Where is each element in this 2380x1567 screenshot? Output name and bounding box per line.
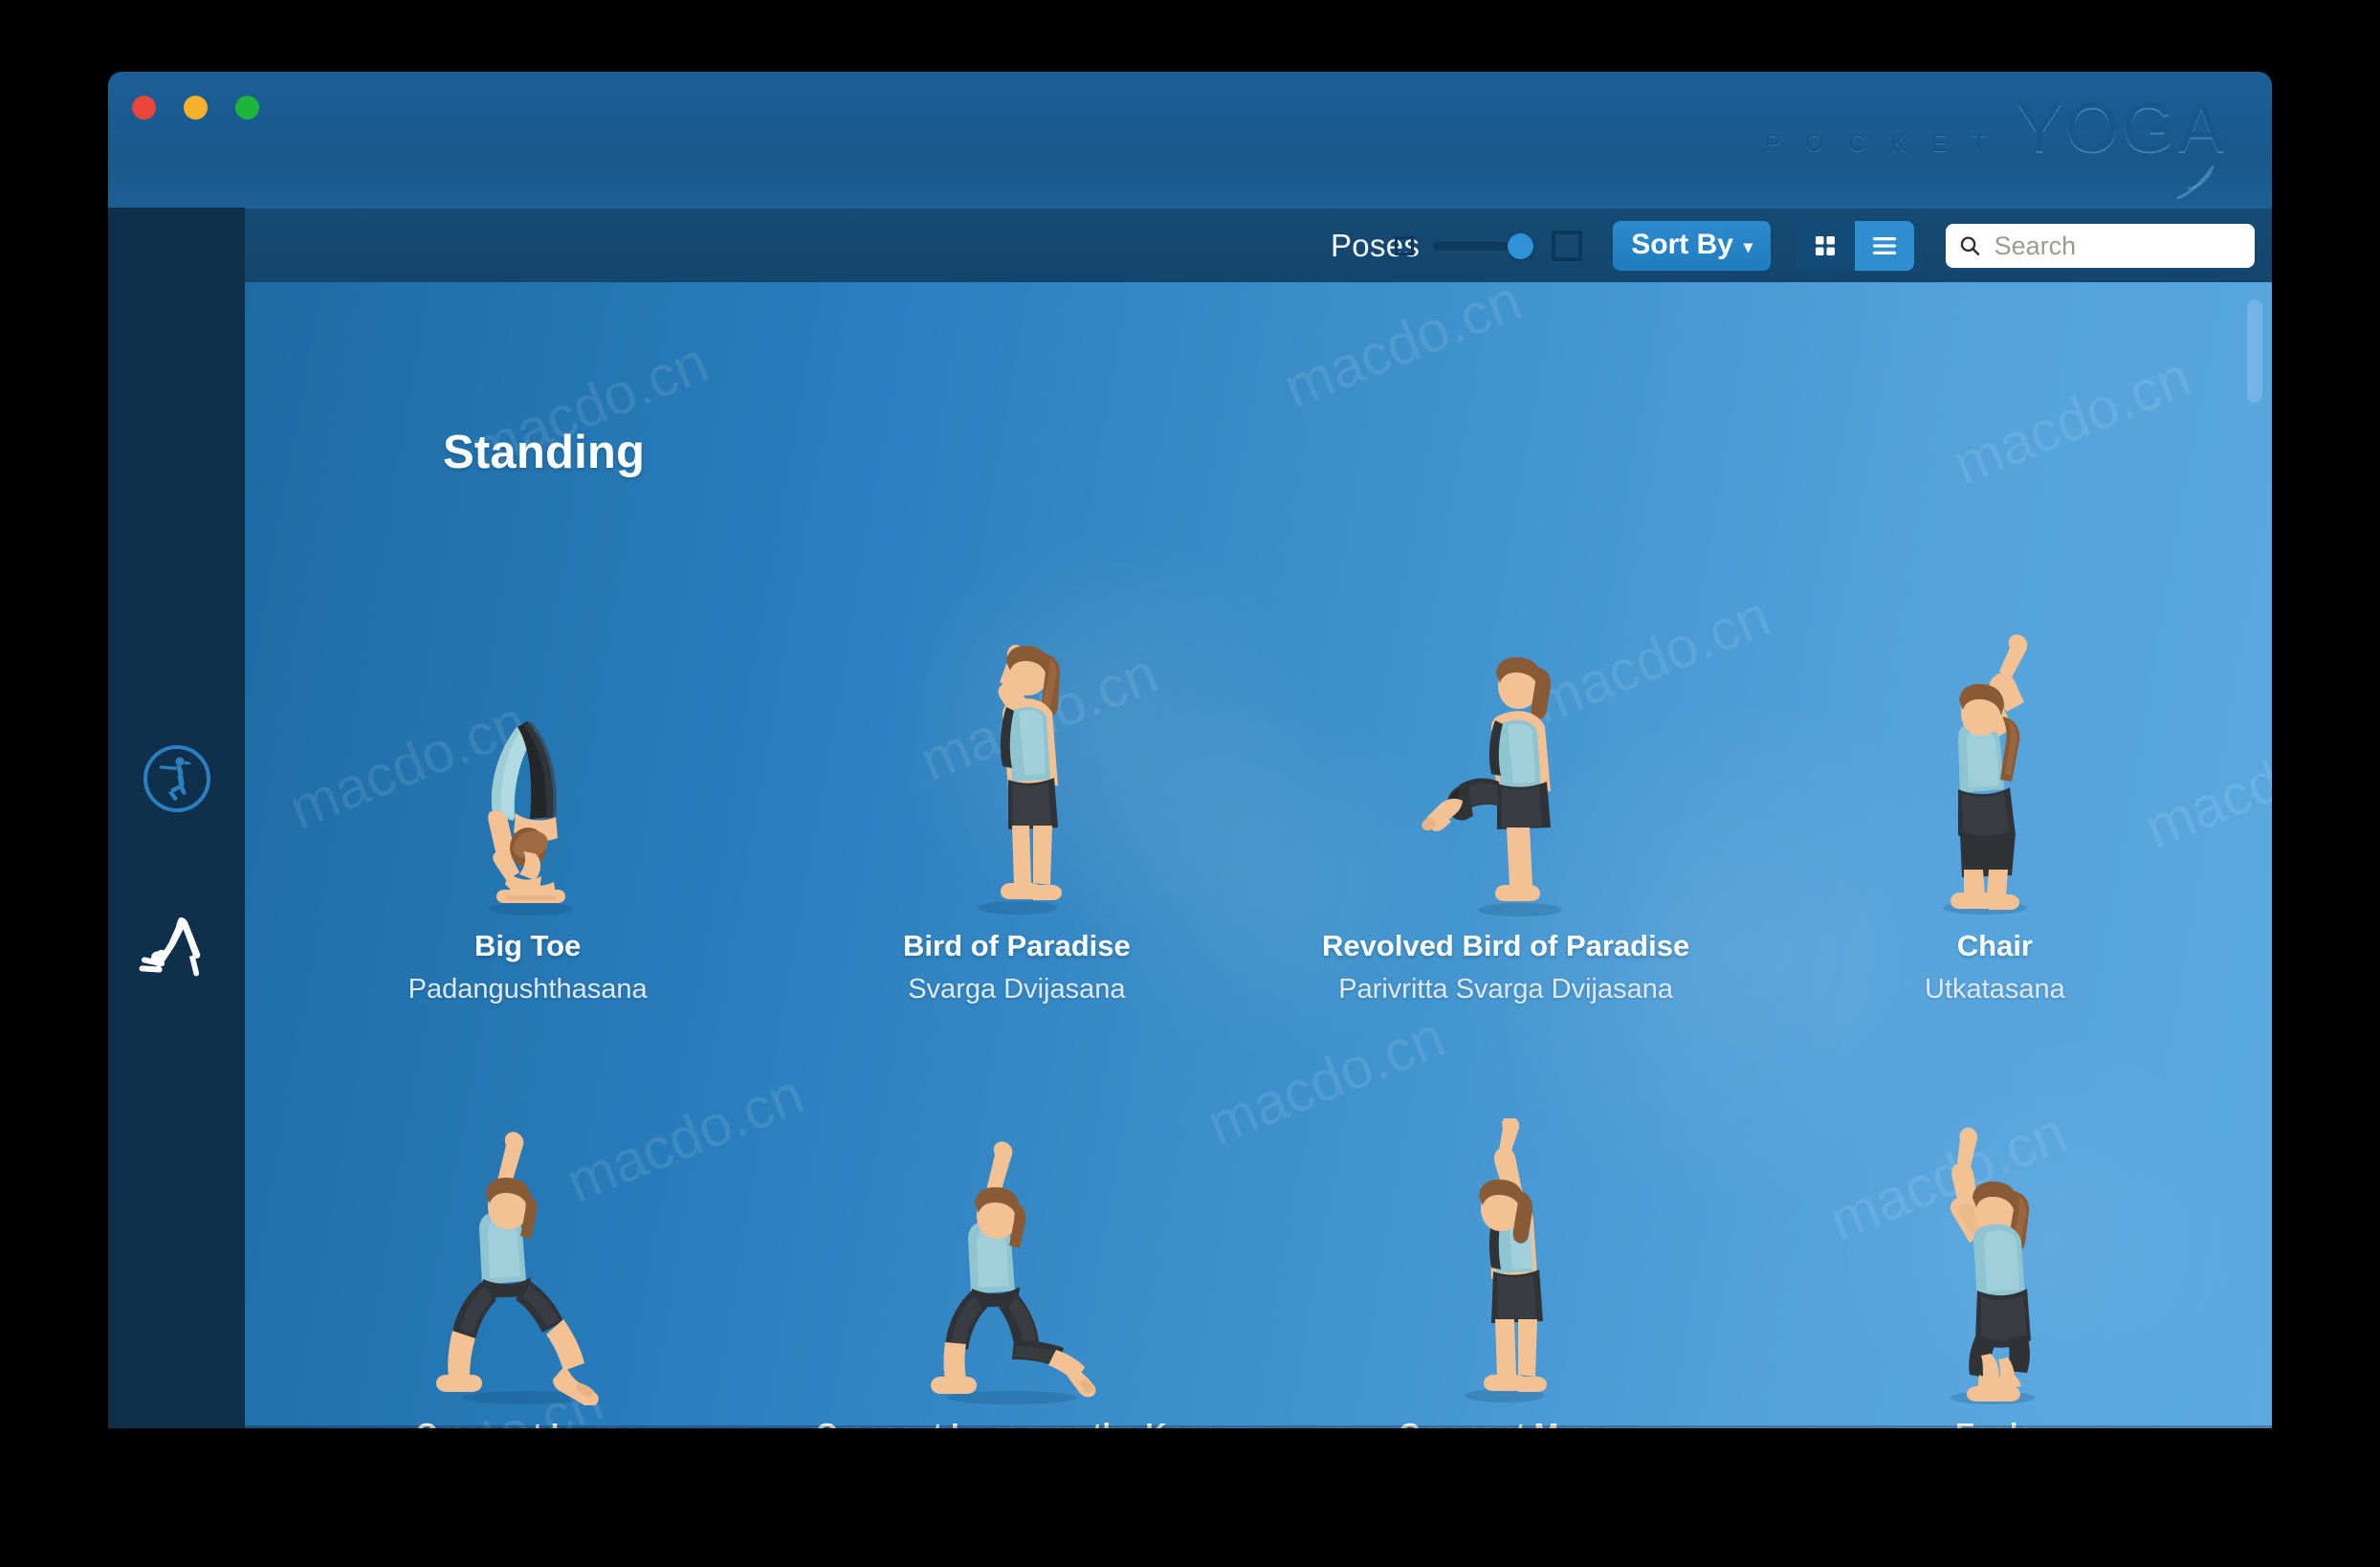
logo-pocket-text: P O C K E T xyxy=(1764,130,1995,157)
pose-sanskrit: Parivritta Svarga Dvijasana xyxy=(1338,974,1673,1004)
minimize-button[interactable] xyxy=(184,96,208,120)
thumbnail-size-slider[interactable] xyxy=(1433,232,1534,259)
vertical-scrollbar[interactable] xyxy=(2247,299,2262,403)
toolbar-controls: Sort By ▾ xyxy=(1395,221,2255,271)
pose-name: Revolved Bird of Paradise xyxy=(1322,929,1690,962)
pose-illustration xyxy=(1262,1019,1751,1417)
pose-illustration xyxy=(283,531,772,929)
pose-card[interactable]: Crescent Lunge Ashta Chandrasana xyxy=(283,1019,772,1428)
pose-illustration xyxy=(772,1019,1261,1417)
pose-name: Bird of Paradise xyxy=(903,929,1131,962)
list-view-icon xyxy=(1873,237,1896,254)
sort-by-button[interactable]: Sort By ▾ xyxy=(1613,221,1771,271)
title-bar: P O C K E T YOGA xyxy=(108,72,2272,208)
pose-sanskrit: Svarga Dvijasana xyxy=(908,974,1126,1004)
pose-card[interactable]: Bird of Paradise Svarga Dvijasana xyxy=(772,531,1261,1019)
window-controls xyxy=(132,96,259,120)
search-box[interactable] xyxy=(1946,224,2255,268)
maximize-button[interactable] xyxy=(235,96,259,120)
pose-sanskrit: Padangushthasana xyxy=(408,974,648,1004)
small-thumbnail-icon[interactable] xyxy=(1395,236,1415,255)
section-title: Standing xyxy=(443,427,646,478)
close-button[interactable] xyxy=(132,96,156,120)
app-window: P O C K E T YOGA Poses Sort By ▾ Search … xyxy=(108,72,2272,1428)
app-logo: P O C K E T YOGA xyxy=(1765,89,2227,167)
watermark: macdo.cn xyxy=(1274,282,1531,421)
pose-name: Chair xyxy=(1956,929,2033,962)
sidebar-item-poses[interactable] xyxy=(108,916,245,979)
pose-card[interactable]: Chair Utkatasana xyxy=(1751,531,2239,1019)
sidebar xyxy=(108,208,245,1428)
logo-swoosh-icon xyxy=(2176,166,2215,200)
logo-yoga-text: YOGA xyxy=(2016,90,2227,166)
grid-view-button[interactable] xyxy=(1796,221,1855,271)
pose-card[interactable]: Crescent Moon Ardha Chandrasana xyxy=(1262,1019,1751,1428)
pose-illustration xyxy=(1751,531,2239,929)
screenshot-root: P O C K E T YOGA Poses Sort By ▾ Search … xyxy=(0,0,2380,1567)
sort-by-label: Sort By xyxy=(1631,229,1733,260)
thumbnail-size-control[interactable] xyxy=(1395,231,1583,261)
watermark: macdo.cn xyxy=(1944,343,2200,497)
search-input[interactable] xyxy=(1992,230,2241,262)
forward-fold-figure-icon xyxy=(487,721,573,916)
low-lunge-figure-icon xyxy=(930,1141,1096,1404)
pose-card[interactable]: Eagle Garudasana xyxy=(1751,1019,2239,1428)
chair-pose-figure-icon xyxy=(1943,634,2028,915)
pose-illustration xyxy=(1262,531,1751,929)
pose-illustration xyxy=(772,531,1261,929)
downward-dog-icon xyxy=(139,917,200,977)
view-toggle-group xyxy=(1796,221,1914,271)
eagle-pose-figure-icon xyxy=(1950,1127,2036,1404)
pose-name: Big Toe xyxy=(474,929,582,962)
practice-circle-icon xyxy=(143,745,210,812)
large-thumbnail-icon[interactable] xyxy=(1552,231,1583,261)
leg-extended-figure-icon xyxy=(1421,657,1563,916)
pose-illustration xyxy=(283,1019,772,1417)
pose-illustration xyxy=(1751,1019,2239,1417)
pose-card[interactable]: Crescent Lunge on the Knee Anjaneyasana xyxy=(772,1019,1261,1428)
search-icon xyxy=(1960,236,1980,255)
sidebar-item-practice[interactable] xyxy=(108,743,245,814)
poses-grid: Big Toe Padangushthasana Bird of Paradis… xyxy=(283,531,2239,1428)
slider-thumb[interactable] xyxy=(1508,232,1534,259)
pose-sanskrit: Utkatasana xyxy=(1925,974,2065,1004)
pose-card[interactable]: Big Toe Padangushthasana xyxy=(283,531,772,1019)
arm-overhead-figure-icon xyxy=(1465,1118,1548,1402)
standing-arm-up-figure-icon xyxy=(977,644,1062,915)
pose-card[interactable]: Revolved Bird of Paradise Parivritta Sva… xyxy=(1262,531,1751,1019)
window-bottom-edge xyxy=(245,1425,2272,1428)
lunge-figure-icon xyxy=(435,1132,599,1405)
list-view-button[interactable] xyxy=(1855,221,1914,271)
poses-content-area: macdo.cn macdo.cn macdo.cn macdo.cn macd… xyxy=(245,282,2272,1428)
chevron-down-icon: ▾ xyxy=(1743,237,1752,256)
grid-view-icon xyxy=(1816,236,1835,255)
toolbar: Poses Sort By ▾ xyxy=(245,208,2272,283)
